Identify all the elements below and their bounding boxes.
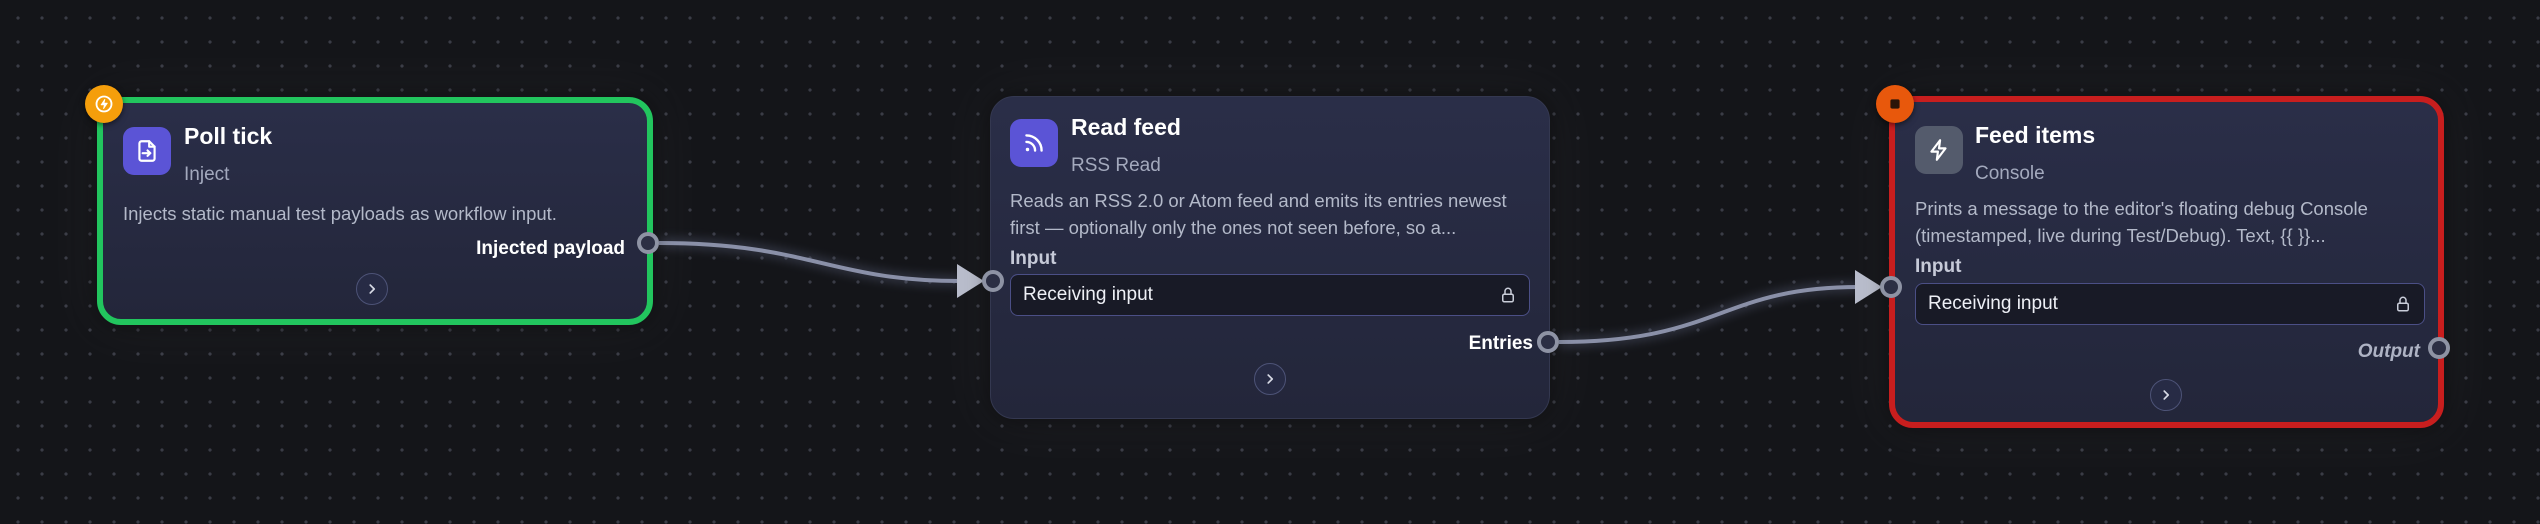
lightning-icon: [95, 95, 113, 113]
node-title: Read feed: [1071, 114, 1181, 140]
stop-icon: [1890, 99, 1900, 109]
file-import-icon: [123, 127, 171, 175]
input-section-label: Input: [1010, 248, 1057, 269]
trigger-badge[interactable]: [85, 85, 123, 123]
chevron-right-icon: [369, 284, 376, 294]
output-port-output[interactable]: [2428, 337, 2450, 359]
chevron-right-icon: [2163, 390, 2170, 400]
edge-arrowhead: [1855, 270, 1882, 304]
input-field-value: Receiving input: [1928, 293, 2058, 314]
output-port-label: Injected payload: [476, 238, 625, 259]
node-type: Console: [1975, 163, 2045, 184]
output-port-label: Entries: [1468, 333, 1533, 354]
node-title: Feed items: [1975, 122, 2096, 148]
rss-icon: [1010, 119, 1058, 167]
expand-node-button[interactable]: [1254, 363, 1286, 395]
lock-icon: [2397, 296, 2409, 312]
output-port-entries[interactable]: [1537, 331, 1559, 353]
node-description: Injects static manual test payloads as w…: [123, 203, 557, 224]
output-port-label: Output: [2357, 341, 2420, 362]
node-poll-tick[interactable]: Poll tick Inject Injects static manual t…: [97, 97, 653, 325]
input-port-feed-items[interactable]: [1880, 276, 1902, 298]
node-description: Reads an RSS 2.0 or Atom feed and emits …: [1010, 190, 1507, 238]
lightning-icon: [1915, 126, 1963, 174]
input-field[interactable]: Receiving input: [1915, 283, 2425, 325]
input-field-value: Receiving input: [1023, 284, 1153, 305]
input-field[interactable]: Receiving input: [1010, 274, 1530, 316]
stop-badge[interactable]: [1876, 85, 1914, 123]
node-type: RSS Read: [1071, 155, 1161, 176]
expand-node-button[interactable]: [356, 273, 388, 305]
edge-rss-to-console[interactable]: [1558, 270, 1882, 347]
chevron-right-icon: [1267, 374, 1274, 384]
lock-icon: [1502, 287, 1514, 303]
edge-inject-to-rss[interactable]: [658, 238, 984, 298]
node-feed-items[interactable]: Feed items Console Prints a message to t…: [1889, 96, 2444, 428]
input-section-label: Input: [1915, 256, 1962, 277]
output-port-injected-payload[interactable]: [637, 232, 659, 254]
expand-node-button[interactable]: [2150, 379, 2182, 411]
edge-arrowhead: [957, 264, 984, 298]
node-type: Inject: [184, 164, 230, 185]
node-read-feed[interactable]: Read feed RSS Read Reads an RSS 2.0 or A…: [990, 96, 1550, 419]
node-title: Poll tick: [184, 123, 273, 149]
node-description: Prints a message to the editor's floatin…: [1915, 198, 2368, 246]
input-port-read-feed[interactable]: [982, 270, 1004, 292]
